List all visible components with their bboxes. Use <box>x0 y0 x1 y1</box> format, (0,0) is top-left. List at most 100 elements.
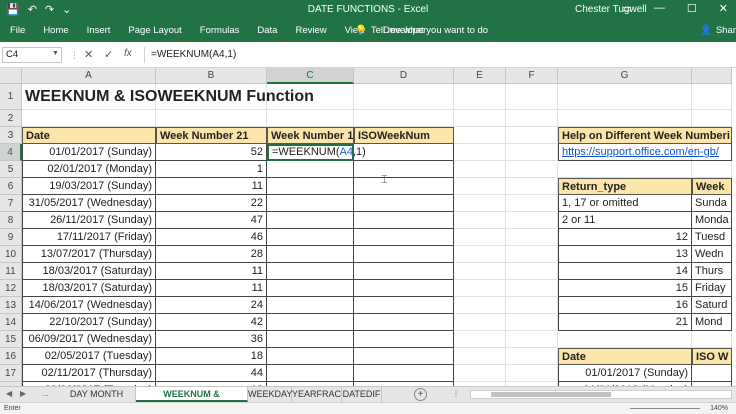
empty-cell[interactable] <box>558 331 692 348</box>
horizontal-scrollbar[interactable] <box>470 390 732 399</box>
column-title-2[interactable]: Week Number 1 <box>267 127 354 144</box>
isoweeknum-cell[interactable] <box>354 212 454 229</box>
column-header-b[interactable]: B <box>156 68 267 84</box>
isoweeknum-cell[interactable] <box>354 348 454 365</box>
scroll-tabs-left-icon[interactable]: ◀ <box>6 389 12 398</box>
return-type-cell[interactable]: 16 <box>558 297 692 314</box>
empty-cell[interactable] <box>354 110 454 127</box>
empty-cell[interactable] <box>454 263 506 280</box>
week1-cell[interactable] <box>267 365 354 382</box>
isoweeknum-cell[interactable] <box>354 331 454 348</box>
sheet-tab-datedif[interactable]: DATEDIF <box>342 387 382 402</box>
empty-cell[interactable] <box>506 365 558 382</box>
empty-cell[interactable] <box>454 246 506 263</box>
empty-cell[interactable] <box>454 297 506 314</box>
week21-cell[interactable]: 47 <box>156 212 267 229</box>
name-box-dropdown-icon[interactable]: ▼ <box>52 50 59 57</box>
week-start-cell[interactable]: Friday <box>692 280 732 297</box>
empty-cell[interactable] <box>506 127 558 144</box>
column-header-f[interactable]: F <box>506 68 558 84</box>
isoweeknum-cell[interactable] <box>354 365 454 382</box>
date-cell[interactable]: 19/03/2017 (Sunday) <box>22 178 156 195</box>
week-start-cell[interactable]: Thurs <box>692 263 732 280</box>
column-title-1[interactable]: Week Number 21 <box>156 127 267 144</box>
empty-cell[interactable] <box>454 331 506 348</box>
date-cell[interactable]: 22/10/2017 (Sunday) <box>22 314 156 331</box>
row-header-8[interactable]: 8 <box>0 212 22 229</box>
ribbon-tab-home[interactable]: Home <box>43 25 68 36</box>
empty-cell[interactable] <box>454 110 506 127</box>
share-button[interactable]: 👤 Share <box>700 25 736 36</box>
date-cell[interactable]: 18/03/2017 (Saturday) <box>22 280 156 297</box>
week-start-cell[interactable]: Saturd <box>692 297 732 314</box>
return-type-cell[interactable]: 1, 17 or omitted <box>558 195 692 212</box>
week21-cell[interactable]: 46 <box>156 229 267 246</box>
maximize-icon[interactable]: ☐ <box>687 2 697 15</box>
row-header-12[interactable]: 12 <box>0 280 22 297</box>
empty-cell[interactable] <box>692 331 732 348</box>
isoweeknum-cell[interactable] <box>354 229 454 246</box>
isoweeknum-cell[interactable] <box>354 178 454 195</box>
tell-me-box[interactable]: 💡 Tell me what you want to do <box>355 25 488 36</box>
week21-cell[interactable]: 52 <box>156 144 267 161</box>
empty-cell[interactable] <box>506 144 558 161</box>
column-header-a[interactable]: A <box>22 68 156 84</box>
formula-bar-grip-icon[interactable]: ⋮ <box>70 50 79 61</box>
empty-cell[interactable] <box>454 229 506 246</box>
empty-cell[interactable] <box>454 365 506 382</box>
scrollbar-thumb[interactable] <box>491 392 611 397</box>
empty-cell[interactable] <box>506 212 558 229</box>
week1-cell[interactable] <box>267 246 354 263</box>
row-header-9[interactable]: 9 <box>0 229 22 246</box>
isoweeknum-cell[interactable] <box>354 144 454 161</box>
week21-cell[interactable]: 42 <box>156 314 267 331</box>
empty-cell[interactable] <box>454 314 506 331</box>
empty-cell[interactable] <box>454 178 506 195</box>
return-type-cell[interactable]: 14 <box>558 263 692 280</box>
week21-cell[interactable]: 44 <box>156 365 267 382</box>
isoweeknum-cell[interactable] <box>354 195 454 212</box>
ribbon-tab-insert[interactable]: Insert <box>87 25 111 36</box>
week21-cell[interactable]: 28 <box>156 246 267 263</box>
empty-cell[interactable] <box>506 178 558 195</box>
scroll-tabs-right-icon[interactable]: ▶ <box>20 389 26 398</box>
zoom-level[interactable]: 140% <box>710 405 728 412</box>
ribbon-tab-data[interactable]: Data <box>257 25 277 36</box>
isoweeknum-cell[interactable] <box>354 161 454 178</box>
date-cell[interactable]: 06/09/2017 (Wednesday) <box>22 331 156 348</box>
week1-cell[interactable] <box>267 297 354 314</box>
week21-cell[interactable]: 36 <box>156 331 267 348</box>
row-header-1[interactable]: 1 <box>0 84 22 110</box>
isoweeknum-cell[interactable] <box>354 263 454 280</box>
empty-cell[interactable] <box>506 280 558 297</box>
isoweeknum-cell[interactable] <box>354 314 454 331</box>
isoweeknum-cell[interactable] <box>354 297 454 314</box>
week21-cell[interactable]: 18 <box>156 348 267 365</box>
week-start-cell[interactable]: Wedn <box>692 246 732 263</box>
week21-cell[interactable]: 1 <box>156 161 267 178</box>
column-title-3[interactable]: ISOWeekNum <box>354 127 454 144</box>
date-cell[interactable]: 01/01/2017 (Sunday) <box>22 144 156 161</box>
date-table-header-1[interactable]: ISO W <box>692 348 732 365</box>
week21-cell[interactable]: 11 <box>156 263 267 280</box>
date-cell[interactable]: 13/07/2017 (Thursday) <box>22 246 156 263</box>
empty-cell[interactable] <box>454 161 506 178</box>
row-header-11[interactable]: 11 <box>0 263 22 280</box>
empty-cell[interactable] <box>506 348 558 365</box>
date-cell[interactable]: 02/11/2017 (Thursday) <box>22 365 156 382</box>
zoom-slider[interactable] <box>630 408 700 409</box>
empty-cell[interactable] <box>454 127 506 144</box>
empty-cell[interactable] <box>506 161 558 178</box>
week21-cell[interactable]: 11 <box>156 280 267 297</box>
empty-cell[interactable] <box>506 229 558 246</box>
ribbon-display-icon[interactable]: ▭ <box>622 2 632 15</box>
sheet-tab-weeknum-isoweeknum[interactable]: WEEKNUM & ISOWEEKNUM <box>136 387 248 414</box>
empty-cell[interactable] <box>692 84 732 110</box>
return-type-header-0[interactable]: Return_type <box>558 178 692 195</box>
ribbon-tab-review[interactable]: Review <box>295 25 326 36</box>
date-cell[interactable]: 18/03/2017 (Saturday) <box>22 263 156 280</box>
empty-cell[interactable] <box>156 110 267 127</box>
week21-cell[interactable]: 24 <box>156 297 267 314</box>
ribbon-tab-page-layout[interactable]: Page Layout <box>128 25 181 36</box>
week-start-cell[interactable]: Tuesd <box>692 229 732 246</box>
